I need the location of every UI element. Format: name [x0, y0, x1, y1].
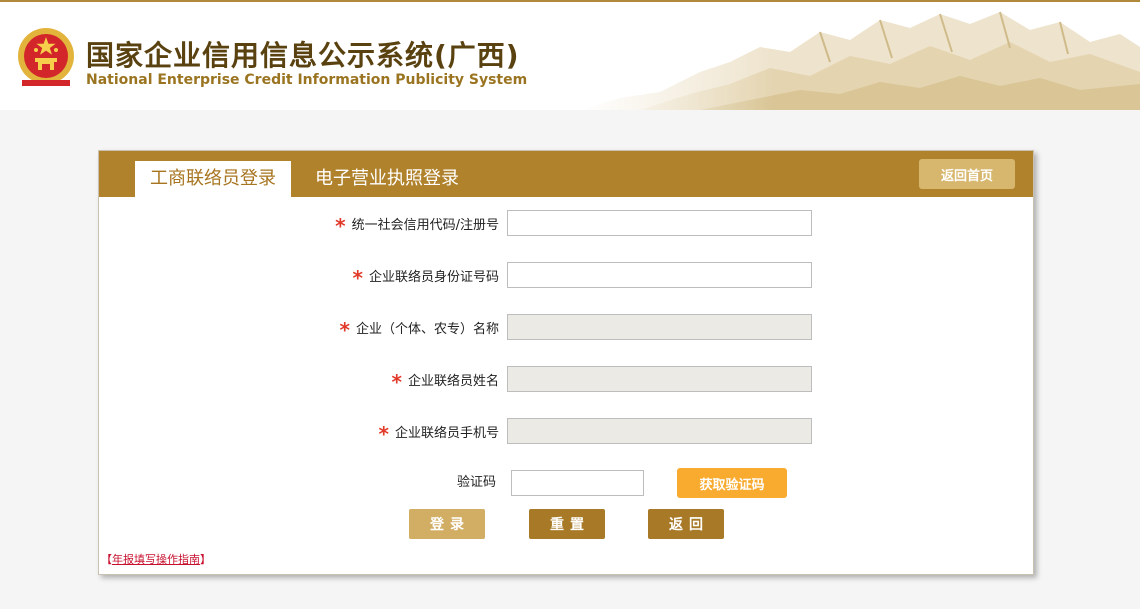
- panel-tab-bar: 工商联络员登录 电子营业执照登录 返回首页: [99, 151, 1033, 197]
- site-title: 国家企业信用信息公示系统(广西): [86, 39, 520, 72]
- login-panel: 工商联络员登录 电子营业执照登录 返回首页 * 统一社会信用代码/注册号 * 企…: [98, 150, 1034, 575]
- form-row-enterprise-name: * 企业（个体、农专）名称: [99, 314, 1033, 340]
- id-number-input[interactable]: [507, 262, 812, 288]
- mountain-background-icon: [580, 2, 1140, 110]
- login-button[interactable]: 登录: [409, 509, 485, 539]
- national-emblem-icon: [18, 28, 74, 86]
- form-row-id-number: * 企业联络员身份证号码: [99, 262, 1033, 288]
- liaison-name-input: [507, 366, 812, 392]
- back-to-home-button[interactable]: 返回首页: [919, 159, 1015, 189]
- enterprise-name-input: [507, 314, 812, 340]
- required-mark: *: [352, 266, 363, 290]
- required-mark: *: [339, 318, 350, 342]
- form-row-liaison-phone: * 企业联络员手机号: [99, 418, 1033, 444]
- required-mark: *: [335, 214, 346, 238]
- captcha-label: 验证码: [457, 475, 497, 490]
- liaison-phone-input: [507, 418, 812, 444]
- liaison-name-label: 企业联络员姓名: [407, 373, 499, 389]
- form-row-captcha: 验证码 获取验证码: [99, 468, 1033, 498]
- form-row-credit-code: * 统一社会信用代码/注册号: [99, 210, 1033, 236]
- enterprise-name-label: 企业（个体、农专）名称: [355, 321, 499, 337]
- liaison-phone-label: 企业联络员手机号: [394, 425, 499, 441]
- get-verification-code-button[interactable]: 获取验证码: [677, 468, 787, 498]
- tab-liaison-login[interactable]: 工商联络员登录: [135, 161, 291, 197]
- tab-e-license-login[interactable]: 电子营业执照登录: [307, 161, 467, 197]
- credit-code-label: 统一社会信用代码/注册号: [351, 217, 499, 233]
- captcha-input[interactable]: [511, 470, 644, 496]
- required-mark: *: [378, 422, 389, 446]
- form-actions: 登录 重置 返回: [99, 509, 1033, 539]
- form-row-liaison-name: * 企业联络员姓名: [99, 366, 1033, 392]
- required-mark: *: [391, 370, 402, 394]
- credit-code-input[interactable]: [507, 210, 812, 236]
- reset-button[interactable]: 重置: [529, 509, 605, 539]
- annual-report-guide-link[interactable]: 【年报填写操作指南】: [101, 551, 211, 567]
- back-button[interactable]: 返回: [648, 509, 724, 539]
- site-header: 国家企业信用信息公示系统(广西) National Enterprise Cre…: [0, 2, 1140, 110]
- id-number-label: 企业联络员身份证号码: [368, 269, 499, 285]
- site-subtitle: National Enterprise Credit Information P…: [86, 72, 528, 88]
